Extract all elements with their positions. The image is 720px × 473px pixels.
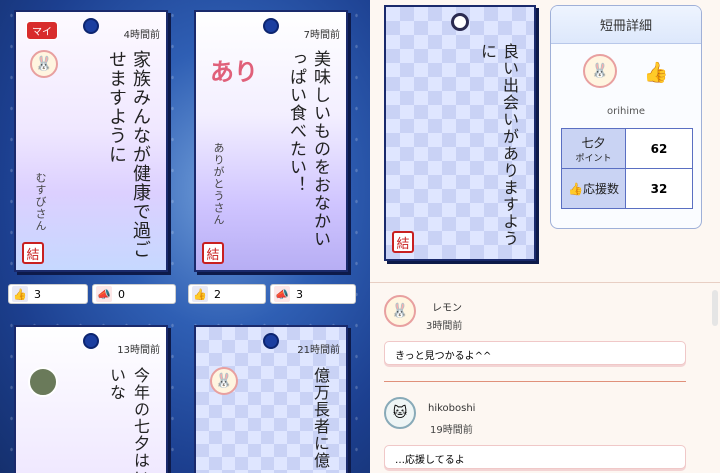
cheer-label: 👍応援数 <box>561 168 626 209</box>
wish-text: 今年の七夕はいいな <box>107 367 150 473</box>
cheer-value: 32 <box>625 168 693 209</box>
hole-icon <box>83 18 99 34</box>
post-time: 4時間前 <box>123 30 160 41</box>
wish-text: 美味しいものをおなかいっぱい食べたい！ <box>286 50 330 248</box>
tanzaku-card[interactable]: 21時間前 🐰 億万長者に億 <box>194 325 348 473</box>
thumbs-up-icon[interactable]: 👍 <box>641 58 671 86</box>
hole-icon <box>263 18 279 34</box>
points-label: 七夕 ポイント <box>561 128 626 169</box>
avatar: 🐰 <box>384 295 416 327</box>
avatar: 🐰 <box>583 54 617 88</box>
hole-icon <box>451 13 469 31</box>
wish-text: 良い出会いがありますように <box>478 43 519 247</box>
my-badge: マイ <box>26 21 58 40</box>
cheer-count: 3 <box>296 287 303 301</box>
like-button[interactable]: 👍 2 <box>188 284 266 304</box>
tanzaku-card[interactable]: 13時間前 今年の七夕はいいな <box>14 325 168 473</box>
author-name: ありがとうさん <box>212 142 225 226</box>
musubi-seal-icon: 結 <box>392 231 414 253</box>
musubi-seal-icon: 結 <box>202 242 224 264</box>
panel-title: 短冊詳細 <box>551 6 701 44</box>
divider <box>384 381 686 382</box>
hole-icon <box>83 333 99 349</box>
avatar: 🐱 <box>384 397 416 429</box>
like-count: 3 <box>34 287 41 301</box>
avatar: 🐰 <box>210 367 238 395</box>
tanzaku-card[interactable]: 7時間前 あり 美味しいものをおなかいっぱい食べたい！ ありがとうさん 結 <box>194 10 348 272</box>
megaphone-icon: 📣 <box>274 286 290 302</box>
username: orihime <box>606 106 646 117</box>
wish-text: 億万長者に億 <box>311 367 330 469</box>
avatar <box>28 367 58 397</box>
wish-text: 家族みんなが健康で過ごせますように <box>106 50 151 259</box>
tanzaku-card[interactable]: マイ 🐰 4時間前 家族みんなが健康で過ごせますように むすびさん 結 <box>14 10 168 272</box>
post-time: 13時間前 <box>117 345 160 356</box>
stats-table: 七夕 ポイント 62 👍応援数 32 <box>561 128 693 209</box>
post-time: 7時間前 <box>303 30 340 41</box>
tanzaku-detail-panel: 短冊詳細 🐰 👍 orihime 七夕 ポイント 62 👍応援数 32 <box>550 5 702 229</box>
comment-author: レモン <box>432 303 462 314</box>
stamp-text: あり <box>210 57 258 86</box>
points-value: 62 <box>625 128 693 169</box>
comment-time: 19時間前 <box>430 425 473 436</box>
thumbs-up-icon: 👍 <box>568 182 583 196</box>
musubi-seal-icon: 結 <box>22 242 44 264</box>
detail-pane: 良い出会いがありますように 結 短冊詳細 🐰 👍 orihime 七夕 ポイント … <box>370 0 720 473</box>
comment-text: …応援してるよ <box>384 445 686 469</box>
like-count: 2 <box>214 287 221 301</box>
post-time: 21時間前 <box>297 345 340 356</box>
avatar: 🐰 <box>30 50 58 78</box>
megaphone-icon: 📣 <box>96 286 112 302</box>
scrollbar[interactable] <box>712 290 718 326</box>
thumbs-up-icon: 👍 <box>192 286 208 302</box>
like-button[interactable]: 👍 3 <box>8 284 88 304</box>
author-name: むすびさん <box>34 172 47 232</box>
thumbs-up-icon: 👍 <box>12 286 28 302</box>
comment-list: 🐰 レモン 3時間前 きっと見つかるよ^^ 🐱 hikoboshi 19時間前 … <box>370 282 720 473</box>
comment-author: hikoboshi <box>428 403 476 414</box>
tanzaku-grid: ✦ ★ マイ 🐰 4時間前 家族みんなが健康で過ごせますように むすびさん 結 … <box>0 0 370 473</box>
comment-text: きっと見つかるよ^^ <box>384 341 686 365</box>
cheer-button[interactable]: 📣 0 <box>92 284 176 304</box>
cheer-count: 0 <box>118 287 125 301</box>
comment-time: 3時間前 <box>426 321 463 332</box>
selected-tanzaku: 良い出会いがありますように 結 <box>384 5 536 261</box>
cheer-button[interactable]: 📣 3 <box>270 284 356 304</box>
hole-icon <box>263 333 279 349</box>
